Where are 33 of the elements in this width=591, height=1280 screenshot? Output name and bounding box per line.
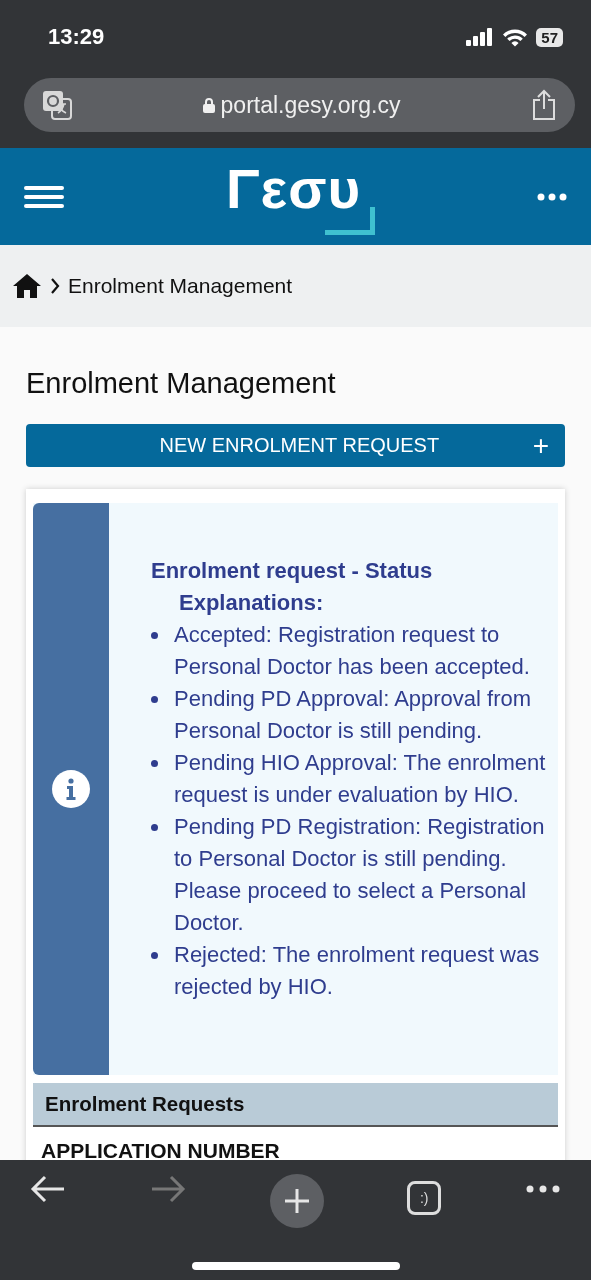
plus-icon bbox=[283, 1188, 310, 1214]
info-icon bbox=[52, 770, 90, 808]
status-explanation: Pending PD Approval: Approval from Personal Doctor is still pending. bbox=[174, 685, 533, 745]
page-title: Enrolment Management bbox=[26, 367, 337, 400]
status-explanation: Pending PD Registration: Registration to Personal Doctor is still pending. Please proceed to select a Personal Doctor. bbox=[174, 813, 546, 937]
status-explanation: Rejected: The enrolment request was rejected by HIO. bbox=[174, 941, 541, 1001]
table-title: Enrolment Requests bbox=[33, 1083, 558, 1127]
status-explanation: Accepted: Registration request to Personal Doctor has been accepted. bbox=[174, 621, 531, 681]
chevron-icon bbox=[50, 277, 60, 295]
back-icon[interactable] bbox=[30, 1174, 66, 1204]
lock-icon bbox=[202, 97, 215, 113]
bullet-icon bbox=[151, 760, 158, 767]
url-text[interactable]: portal.gesy.org.cy bbox=[220, 91, 401, 119]
info-heading: Enrolment request - Status Explanations: bbox=[151, 557, 434, 617]
bullet-icon bbox=[151, 824, 158, 831]
more-icon[interactable] bbox=[537, 192, 567, 201]
wifi-icon bbox=[502, 27, 529, 47]
breadcrumb-item[interactable]: Enrolment Management bbox=[68, 274, 293, 298]
translate-icon[interactable] bbox=[42, 90, 72, 120]
address-bar[interactable]: portal.gesy.org.cy bbox=[24, 78, 575, 132]
signal-icon bbox=[466, 28, 495, 46]
bullet-icon bbox=[151, 632, 158, 639]
status-time: 13:29 bbox=[48, 24, 106, 50]
new-enrolment-button[interactable]: NEW ENROLMENT REQUEST + bbox=[26, 424, 565, 467]
tabs-button[interactable]: :) bbox=[407, 1181, 442, 1215]
bullet-icon bbox=[151, 696, 158, 703]
home-icon[interactable] bbox=[12, 273, 42, 299]
status-explanation: Pending HIO Approval: The enrolment request is under evaluation by HIO. bbox=[174, 749, 547, 809]
battery-level: 57 bbox=[536, 27, 563, 47]
menu-icon[interactable] bbox=[24, 185, 64, 208]
new-tab-button[interactable] bbox=[269, 1174, 324, 1228]
share-icon[interactable] bbox=[531, 89, 557, 121]
bullet-icon bbox=[151, 952, 158, 959]
